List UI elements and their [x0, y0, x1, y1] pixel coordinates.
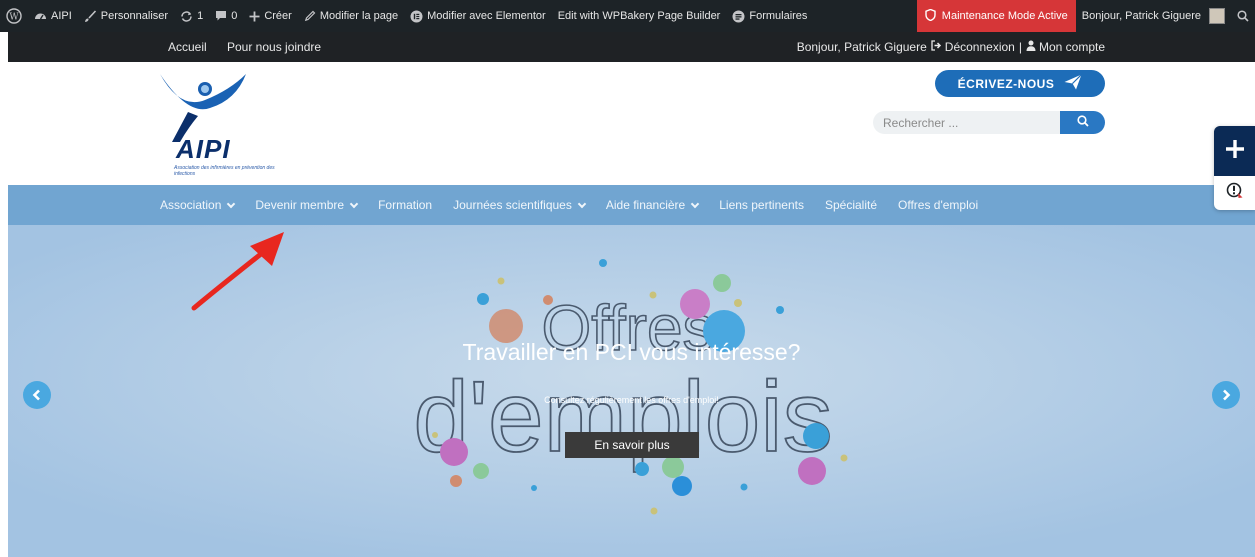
site-name-label: AIPI — [51, 10, 72, 22]
account-label: Mon compte — [1038, 40, 1105, 54]
updates-count: 1 — [197, 10, 204, 22]
topbar-link-home[interactable]: Accueil — [168, 40, 207, 54]
plus-icon — [1225, 139, 1245, 164]
chevron-left-icon — [32, 389, 42, 401]
paper-plane-icon — [1064, 74, 1083, 93]
search-input[interactable] — [873, 111, 1060, 134]
nav-item-offres-emploi[interactable]: Offres d'emploi — [898, 198, 978, 212]
top-utility-bar: Accueil Pour nous joindre Bonjour, Patri… — [8, 32, 1255, 62]
dashboard-icon — [34, 10, 47, 23]
slider-next-button[interactable] — [1212, 381, 1240, 409]
maintenance-mode-badge[interactable]: Maintenance Mode Active — [916, 0, 1076, 32]
wpbakery-label: Edit with WPBakery Page Builder — [557, 10, 721, 22]
nav-item-label: Association — [160, 198, 222, 212]
learn-more-button[interactable]: En savoir plus — [565, 432, 699, 458]
chevron-down-icon — [577, 199, 587, 208]
hero-subtitle: Consultez régulièrement les offres d'emp… — [544, 395, 719, 405]
write-us-button[interactable]: ÉCRIVEZ-NOUS — [935, 70, 1105, 97]
nav-item-specialite[interactable]: Spécialité — [825, 198, 877, 212]
nav-item-label: Spécialité — [824, 198, 877, 212]
topbar-greeting: Bonjour, Patrick Giguere — [796, 40, 927, 54]
nav-item-label: Offres d'emploi — [898, 198, 979, 212]
comments-count: 0 — [231, 10, 238, 22]
nav-item-label: Devenir membre — [255, 198, 345, 212]
pencil-icon — [304, 10, 316, 22]
topbar-link-contact[interactable]: Pour nous joindre — [227, 40, 321, 54]
side-alert-button[interactable] — [1214, 176, 1255, 210]
account-link[interactable]: Mon compte — [1026, 40, 1105, 54]
logout-label: Déconnexion — [944, 40, 1015, 54]
site-logo[interactable]: AIPI Association des infirmières en prév… — [158, 72, 275, 180]
elementor-label: Modifier avec Elementor — [427, 10, 546, 22]
edit-page-link[interactable]: Modifier la page — [298, 0, 404, 32]
forms-icon — [732, 10, 745, 23]
comment-icon — [215, 10, 227, 22]
page: W AIPI Personnaliser 1 0 Créer Modifier … — [0, 0, 1255, 557]
forms-label: Formulaires — [749, 10, 808, 22]
updates-icon — [180, 10, 193, 23]
new-label: Créer — [264, 10, 292, 22]
main-navigation: Association Devenir membre Formation Jou… — [8, 185, 1255, 225]
nav-item-label: Liens pertinents — [719, 198, 804, 212]
logout-link[interactable]: Déconnexion — [931, 40, 1015, 54]
updates-link[interactable]: 1 — [174, 0, 209, 32]
brush-icon — [84, 9, 97, 23]
svg-text:W: W — [9, 13, 19, 23]
adminbar-right: Maintenance Mode Active Bonjour, Patrick… — [916, 0, 1255, 32]
floating-side-widget — [1214, 126, 1255, 210]
chevron-down-icon — [349, 199, 359, 208]
nav-item-association[interactable]: Association — [160, 198, 236, 212]
write-us-label: ÉCRIVEZ-NOUS — [957, 76, 1055, 91]
wordpress-logo-icon[interactable]: W — [0, 0, 28, 32]
wp-admin-bar: W AIPI Personnaliser 1 0 Créer Modifier … — [0, 0, 1255, 32]
logo-text: AIPI — [176, 134, 231, 164]
comments-link[interactable]: 0 — [209, 0, 243, 32]
annotation-arrow-icon — [191, 232, 284, 311]
nav-item-liens-pertinents[interactable]: Liens pertinents — [719, 198, 804, 212]
topbar-account-area: Bonjour, Patrick Giguere Déconnexion | M… — [797, 40, 1105, 54]
site-search — [873, 111, 1105, 134]
logout-icon — [931, 40, 942, 54]
avatar — [1209, 8, 1225, 24]
chevron-right-icon — [1221, 389, 1231, 401]
nav-item-aide-financiere[interactable]: Aide financière — [605, 198, 700, 212]
nav-item-journees-scientifiques[interactable]: Journées scientifiques — [453, 198, 587, 212]
customize-link[interactable]: Personnaliser — [78, 0, 174, 32]
edit-page-label: Modifier la page — [319, 10, 399, 22]
search-button[interactable] — [1060, 111, 1105, 134]
site-name-link[interactable]: AIPI — [28, 0, 78, 32]
search-icon — [1076, 115, 1089, 130]
nav-item-label: Formation — [378, 198, 433, 212]
forms-link[interactable]: Formulaires — [726, 0, 813, 32]
slider-prev-button[interactable] — [23, 381, 51, 409]
chevron-down-icon — [690, 199, 700, 208]
adminbar-search[interactable] — [1231, 0, 1255, 32]
nav-item-label: Journées scientifiques — [453, 198, 572, 212]
elementor-icon — [410, 10, 423, 23]
wpbakery-link[interactable]: Edit with WPBakery Page Builder — [552, 0, 727, 32]
new-content-link[interactable]: Créer — [243, 0, 298, 32]
site-header: AIPI Association des infirmières en prév… — [8, 62, 1255, 185]
maintenance-label: Maintenance Mode Active — [941, 10, 1068, 22]
greeting-label: Bonjour, Patrick Giguere — [1081, 10, 1201, 22]
elementor-link[interactable]: Modifier avec Elementor — [404, 0, 552, 32]
hero-title: Travailler en PCI vous intéresse? — [462, 339, 801, 365]
customize-label: Personnaliser — [100, 10, 169, 22]
nav-item-devenir-membre[interactable]: Devenir membre — [255, 198, 359, 212]
search-icon — [1237, 10, 1249, 22]
chevron-down-icon — [227, 199, 236, 208]
nav-item-label: Aide financière — [605, 198, 686, 212]
nav-item-formation[interactable]: Formation — [378, 198, 432, 212]
user-icon — [1026, 40, 1036, 54]
logo-figure-icon — [160, 74, 246, 142]
my-account-link[interactable]: Bonjour, Patrick Giguere — [1076, 0, 1231, 32]
topbar-separator: | — [1018, 40, 1022, 54]
side-plus-button[interactable] — [1214, 126, 1255, 176]
plus-icon — [249, 11, 260, 22]
shield-icon — [925, 8, 936, 24]
logo-subtitle: Association des infirmières en préventio… — [174, 165, 275, 177]
alert-icon — [1226, 182, 1244, 205]
